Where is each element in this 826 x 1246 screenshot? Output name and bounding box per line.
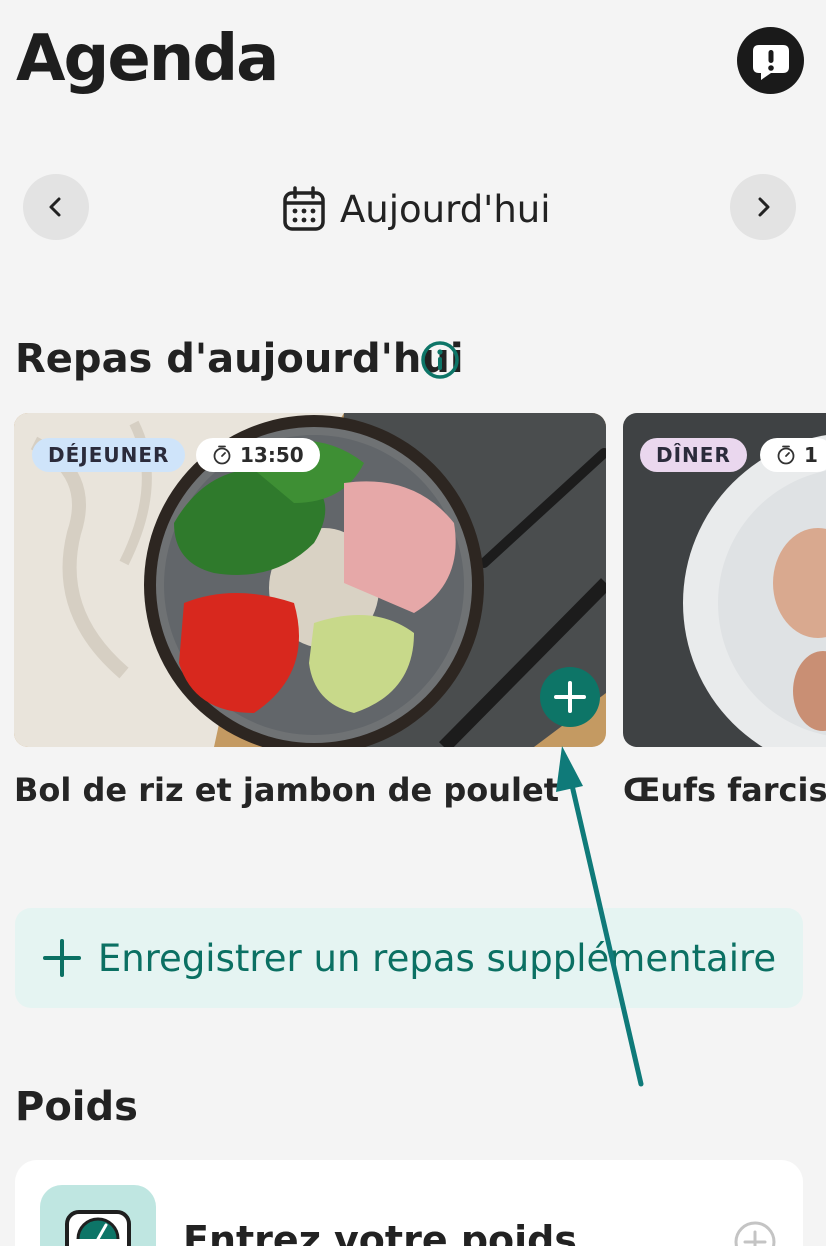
stopwatch-icon <box>777 445 795 465</box>
meal-photo: DÉJEUNER 13:50 <box>14 413 606 747</box>
date-selector[interactable]: Aujourd'hui <box>282 184 551 234</box>
date-label: Aujourd'hui <box>340 187 551 231</box>
meal-name: Bol de riz et jambon de poulet <box>14 771 559 809</box>
weight-section-title: Poids <box>15 1084 138 1130</box>
previous-day-button[interactable] <box>23 174 89 240</box>
scale-icon <box>65 1210 131 1246</box>
meal-photo: DÎNER 1 <box>623 413 826 747</box>
chevron-left-icon <box>49 197 61 217</box>
meal-card[interactable]: DÎNER 1 Œufs farcis <box>623 413 826 809</box>
meals-section-title: Repas d'aujourd'hui <box>15 336 464 382</box>
feedback-button[interactable] <box>737 27 804 94</box>
add-meal-button[interactable] <box>540 667 600 727</box>
add-circle-icon[interactable] <box>733 1220 777 1246</box>
meal-card[interactable]: DÉJEUNER 13:50 Bol de riz et jambon de p… <box>14 413 606 809</box>
add-extra-meal-label: Enregistrer un repas supplémentaire <box>97 936 777 980</box>
meal-name: Œufs farcis <box>623 771 826 809</box>
meal-time: 13:50 <box>240 443 304 467</box>
page-title: Agenda <box>16 22 279 96</box>
meal-type-badge: DÎNER <box>640 438 747 472</box>
stopwatch-icon <box>213 445 231 465</box>
next-day-button[interactable] <box>730 174 796 240</box>
meal-time-badge: 1 <box>760 438 826 472</box>
meal-time-badge: 13:50 <box>196 438 320 472</box>
scale-icon-tile <box>40 1185 156 1246</box>
feedback-icon <box>752 44 789 80</box>
info-icon[interactable] <box>420 340 460 380</box>
add-extra-meal-button[interactable]: Enregistrer un repas supplémentaire <box>15 908 803 1008</box>
plus-icon <box>42 939 81 977</box>
meal-time: 1 <box>804 443 818 467</box>
weight-entry-card[interactable]: Entrez votre poids <box>15 1160 803 1246</box>
meal-type-badge: DÉJEUNER <box>32 438 186 472</box>
weight-entry-label: Entrez votre poids <box>183 1218 577 1246</box>
calendar-icon <box>283 186 325 231</box>
chevron-right-icon <box>758 197 770 217</box>
plus-icon <box>554 681 586 713</box>
